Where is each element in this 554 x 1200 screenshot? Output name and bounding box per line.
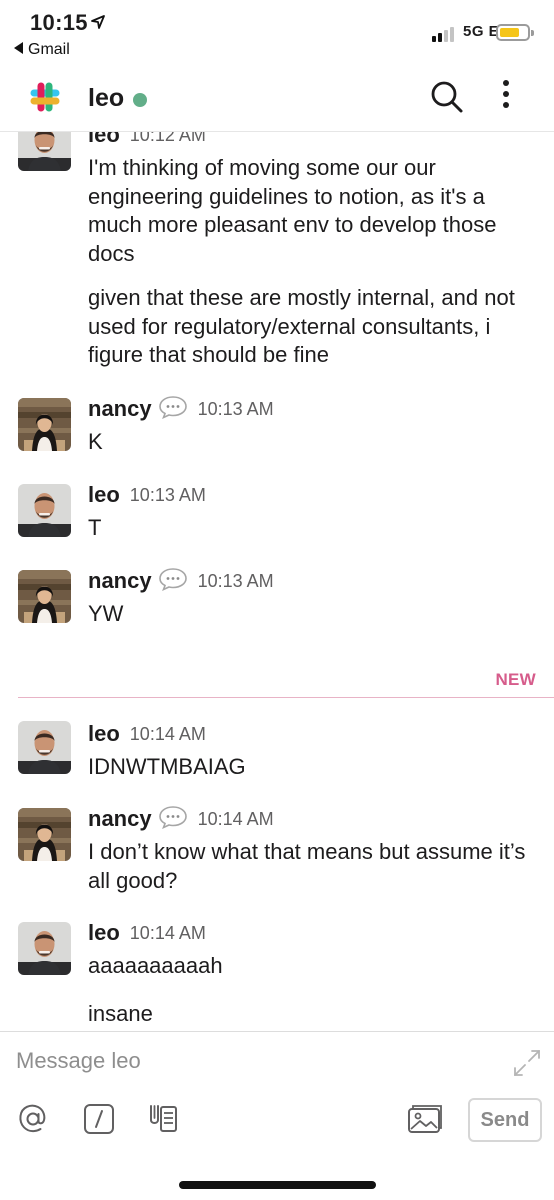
back-triangle-icon bbox=[14, 42, 23, 54]
author-name[interactable]: nancy bbox=[88, 806, 152, 831]
expand-icon[interactable] bbox=[512, 1048, 542, 1078]
message-header: leo 10:14 AM bbox=[88, 721, 206, 747]
at-mention-icon[interactable] bbox=[16, 1102, 50, 1136]
message-text: YW bbox=[88, 601, 124, 626]
message-header: nancy 10:14 AM bbox=[88, 806, 274, 832]
new-messages-label: NEW bbox=[495, 670, 536, 689]
avatar[interactable] bbox=[18, 132, 71, 171]
status-speech-bubble-icon bbox=[158, 806, 187, 829]
message-text: IDNWTMBAIAG bbox=[88, 754, 246, 779]
author-name[interactable]: leo bbox=[88, 721, 120, 746]
timestamp: 10:13 AM bbox=[197, 398, 274, 419]
status-speech-bubble-icon bbox=[158, 568, 187, 591]
message-text: aaaaaaaaaah bbox=[88, 953, 223, 978]
timestamp: 10:14 AM bbox=[129, 723, 206, 744]
message-header: leo 10:13 AM bbox=[88, 482, 206, 508]
signal-bars-icon bbox=[432, 26, 460, 42]
conversation-header: leo bbox=[0, 62, 554, 132]
avatar[interactable] bbox=[18, 808, 71, 861]
presence-dot bbox=[133, 93, 147, 107]
timestamp: 10:12 AM bbox=[129, 132, 206, 145]
message-list[interactable]: leo 10:12 AM I'm thinking of moving some … bbox=[0, 132, 554, 1030]
message-composer: Message leo Send bbox=[0, 1031, 554, 1200]
avatar[interactable] bbox=[18, 570, 71, 623]
more-vertical-icon[interactable] bbox=[496, 80, 516, 114]
slash-command-icon[interactable] bbox=[82, 1102, 116, 1136]
avatar[interactable] bbox=[18, 922, 71, 975]
message-text: I'm thinking of moving some our our engi… bbox=[88, 155, 497, 266]
channel-title[interactable]: leo bbox=[88, 84, 124, 113]
author-name[interactable]: leo bbox=[88, 482, 120, 507]
new-messages-divider bbox=[18, 697, 554, 698]
timestamp: 10:13 AM bbox=[129, 484, 206, 505]
avatar[interactable] bbox=[18, 398, 71, 451]
message-text: I don’t know what that means but assume … bbox=[88, 839, 526, 893]
back-to-app-link[interactable]: Gmail bbox=[14, 41, 70, 59]
timestamp: 10:14 AM bbox=[197, 808, 274, 829]
home-indicator[interactable] bbox=[179, 1181, 376, 1189]
status-time: 10:15 bbox=[30, 10, 88, 35]
photo-icon[interactable] bbox=[406, 1102, 444, 1136]
timestamp: 10:14 AM bbox=[129, 922, 206, 943]
message-input[interactable]: Message leo bbox=[16, 1048, 141, 1074]
shortcuts-icon[interactable] bbox=[147, 1102, 181, 1136]
author-name[interactable]: nancy bbox=[88, 396, 152, 421]
network-type: 5G E bbox=[463, 23, 500, 40]
author-name[interactable]: leo bbox=[88, 920, 120, 945]
author-name[interactable]: nancy bbox=[88, 568, 152, 593]
message-text: K bbox=[88, 429, 103, 454]
message-header: nancy 10:13 AM bbox=[88, 396, 274, 422]
battery-icon bbox=[496, 24, 534, 41]
avatar[interactable] bbox=[18, 721, 71, 774]
search-icon[interactable] bbox=[430, 80, 464, 114]
slack-logo[interactable] bbox=[24, 76, 66, 118]
message-header: nancy 10:13 AM bbox=[88, 568, 274, 594]
message-text: insane bbox=[88, 1001, 153, 1026]
status-speech-bubble-icon bbox=[158, 396, 187, 419]
message-text: T bbox=[88, 515, 102, 540]
author-name[interactable]: leo bbox=[88, 132, 120, 147]
message-text: given that these are mostly internal, an… bbox=[88, 285, 515, 367]
back-app-label: Gmail bbox=[28, 41, 70, 58]
status-bar: 10:15 Gmail 5G E bbox=[0, 0, 554, 62]
timestamp: 10:13 AM bbox=[197, 570, 274, 591]
message-header: leo 10:14 AM bbox=[88, 920, 206, 946]
message-header: leo 10:12 AM bbox=[88, 132, 206, 148]
avatar[interactable] bbox=[18, 484, 71, 537]
send-button[interactable]: Send bbox=[468, 1098, 542, 1142]
location-arrow-icon bbox=[91, 15, 105, 29]
